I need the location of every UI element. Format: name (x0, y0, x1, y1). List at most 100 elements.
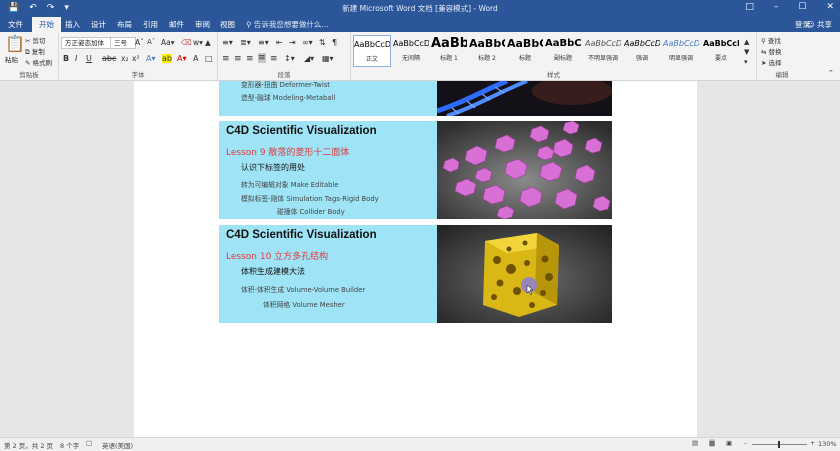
highlight-icon[interactable]: ab (162, 54, 172, 63)
tab-view[interactable]: 视图 (220, 19, 235, 30)
shrink-font-icon[interactable]: Aˇ (147, 38, 155, 46)
status-bar: 第 2 页，共 2 页 8 个字 □ 英语(美国) ▤ ▩ ▣ – + 130% (0, 437, 840, 451)
page-count[interactable]: 第 2 页，共 2 页 (4, 440, 53, 450)
bullets-icon[interactable]: ≡▾ (222, 38, 233, 47)
copy-button[interactable]: ⧉ 复制 (25, 46, 45, 57)
tab-mailings[interactable]: 邮件 (169, 19, 184, 30)
shading-icon[interactable]: ◢▾ (304, 54, 314, 63)
enclose-char-icon[interactable]: ▲ (205, 38, 211, 47)
card-line: 造型-融球 Modeling-Metaball (241, 94, 336, 102)
style-normal[interactable]: AaBbCcDd 正文 (353, 35, 391, 67)
clear-formatting-icon[interactable]: ⌫ (181, 38, 192, 47)
style-name: 标题 2 (478, 55, 496, 62)
paragraph-group: ≡▾ ≣▾ ≡▾ ⇤ ⇥ ∞▾ ⇅ ¶ ≡ ≡ ≡ ≡ ≡ ↕▾ ◢▾ ▦▾ 段… (218, 32, 351, 80)
lesson-card-partial: 变形器-扭曲 Deformer-Twist 造型-融球 Modeling-Met… (219, 81, 612, 116)
align-center-icon[interactable]: ≡ (234, 54, 242, 64)
char-shading-icon[interactable]: A (193, 54, 198, 63)
grow-font-icon[interactable]: Aˆ (135, 38, 144, 47)
proofing-icon[interactable]: □ (86, 439, 92, 447)
ribbon-tabs: 文件 开始 插入 设计 布局 引用 邮件 审阅 视图 ⚲ 告诉我您想要做什么..… (0, 17, 840, 32)
find-button[interactable]: ⚲ 查找 (761, 35, 781, 45)
strikethrough-button[interactable]: abc (102, 54, 116, 63)
dna-image (437, 81, 612, 116)
vertical-scrollbar[interactable] (830, 81, 840, 437)
styles-scroll-up-icon[interactable]: ▲ (744, 38, 749, 46)
paste-label[interactable]: 粘贴 (5, 54, 18, 64)
align-left-icon[interactable]: ≡ (222, 54, 230, 64)
superscript-button[interactable]: x² (132, 54, 139, 63)
bold-button[interactable]: B (63, 54, 69, 63)
replace-button[interactable]: ⇆ 替换 (761, 46, 782, 56)
styles-scroll-down-icon[interactable]: ▼ (744, 48, 749, 56)
select-button[interactable]: ➤ 选择 (761, 57, 782, 67)
brush-icon: ✎ (25, 59, 31, 67)
tab-file[interactable]: 文件 (8, 19, 23, 30)
dodecahedra-image (437, 121, 612, 219)
subscript-button[interactable]: x₂ (121, 54, 128, 63)
paste-icon[interactable]: 📋 (5, 34, 25, 53)
language-indicator[interactable]: 英语(美国) (102, 440, 133, 450)
tab-references[interactable]: 引用 (143, 19, 158, 30)
font-size-select[interactable]: 三号 (110, 37, 136, 49)
font-name-select[interactable]: 方正姿态加体 (61, 37, 113, 49)
collapse-ribbon-icon[interactable]: ⌃ (828, 69, 834, 77)
tell-me-box[interactable]: ⚲ 告诉我您想要做什么... (246, 19, 329, 30)
style-emphasis[interactable]: AaBbCcDd 强调 (624, 35, 660, 65)
tab-design[interactable]: 设计 (91, 19, 106, 30)
zoom-slider-thumb[interactable] (778, 441, 780, 448)
read-mode-icon[interactable]: ▤ (692, 439, 698, 447)
italic-button[interactable]: I (75, 54, 77, 63)
underline-button[interactable]: U (86, 54, 92, 63)
style-name: 标题 1 (440, 55, 458, 62)
line-spacing-icon[interactable]: ↕▾ (284, 54, 295, 63)
word-count[interactable]: 8 个字 (60, 440, 79, 450)
style-subtle-emphasis[interactable]: AaBbCcDd 不明显强调 (585, 35, 621, 65)
phonetic-guide-icon[interactable]: w▾ (193, 38, 203, 47)
justify-icon[interactable]: ≡ (258, 53, 266, 63)
borders-icon[interactable]: ▦▾ (322, 54, 334, 63)
char-border-icon[interactable]: □ (205, 54, 213, 63)
close-button[interactable]: ✕ (826, 2, 834, 12)
ribbon-display-options-icon[interactable]: □ (745, 2, 754, 12)
distributed-icon[interactable]: ≡ (270, 54, 278, 64)
style-no-spacing[interactable]: AaBbCcDd 无间隔 (393, 35, 429, 65)
style-title[interactable]: AaBbC 标题 (507, 35, 543, 65)
tab-home[interactable]: 开始 (32, 17, 61, 32)
zoom-out-button[interactable]: – (744, 439, 747, 447)
ribbon: 📋 粘贴 ✂ 剪切 ⧉ 复制 ✎ 格式刷 剪贴板 方正姿态加体 三号 Aˆ Aˇ… (0, 32, 840, 81)
cut-button[interactable]: ✂ 剪切 (25, 35, 46, 45)
share-label: 共享 (817, 20, 832, 29)
increase-indent-icon[interactable]: ⇥ (289, 38, 296, 47)
multilevel-list-icon[interactable]: ≡▾ (258, 38, 269, 47)
tab-insert[interactable]: 插入 (65, 19, 80, 30)
format-painter-button[interactable]: ✎ 格式刷 (25, 57, 52, 67)
tab-review[interactable]: 审阅 (195, 19, 210, 30)
styles-more-icon[interactable]: ▾ (744, 58, 748, 66)
decrease-indent-icon[interactable]: ⇤ (276, 38, 283, 47)
font-color-icon[interactable]: A▾ (177, 54, 187, 63)
show-marks-icon[interactable]: ¶ (332, 38, 337, 47)
chinese-layout-icon[interactable]: ∞▾ (302, 38, 313, 47)
style-strong[interactable]: AaBbCcDc 要点 (703, 35, 739, 65)
zoom-in-button[interactable]: + (810, 439, 815, 447)
maximize-button[interactable]: ☐ (798, 2, 806, 12)
style-intense-emphasis[interactable]: AaBbCcDd 明显强调 (663, 35, 699, 65)
numbering-icon[interactable]: ≣▾ (240, 38, 251, 47)
share-button[interactable]: ☺ 共享 (807, 19, 832, 30)
card-subheading: 体积生成建模大法 (241, 267, 305, 276)
web-layout-icon[interactable]: ▣ (726, 439, 732, 447)
align-right-icon[interactable]: ≡ (246, 54, 254, 64)
lesson-card-10: C4D Scientific Visualization Lesson 10 立… (219, 225, 612, 323)
style-heading-2[interactable]: AaBbC 标题 2 (469, 35, 505, 65)
style-heading-1[interactable]: AaBb 标题 1 (431, 35, 467, 65)
zoom-level[interactable]: 130% (818, 440, 837, 448)
style-subtitle[interactable]: AaBbC 副标题 (545, 35, 581, 65)
minimize-button[interactable]: – (774, 2, 779, 12)
tab-layout[interactable]: 布局 (117, 19, 132, 30)
sort-icon[interactable]: ⇅ (319, 38, 326, 47)
card-line: 模拟标签-刚体 Simulation Tags-Rigid Body (241, 195, 379, 203)
text-effects-icon[interactable]: A▾ (146, 54, 156, 63)
print-layout-icon[interactable]: ▩ (709, 439, 716, 447)
change-case-icon[interactable]: Aa▾ (161, 38, 175, 47)
style-name: 正文 (365, 56, 378, 63)
